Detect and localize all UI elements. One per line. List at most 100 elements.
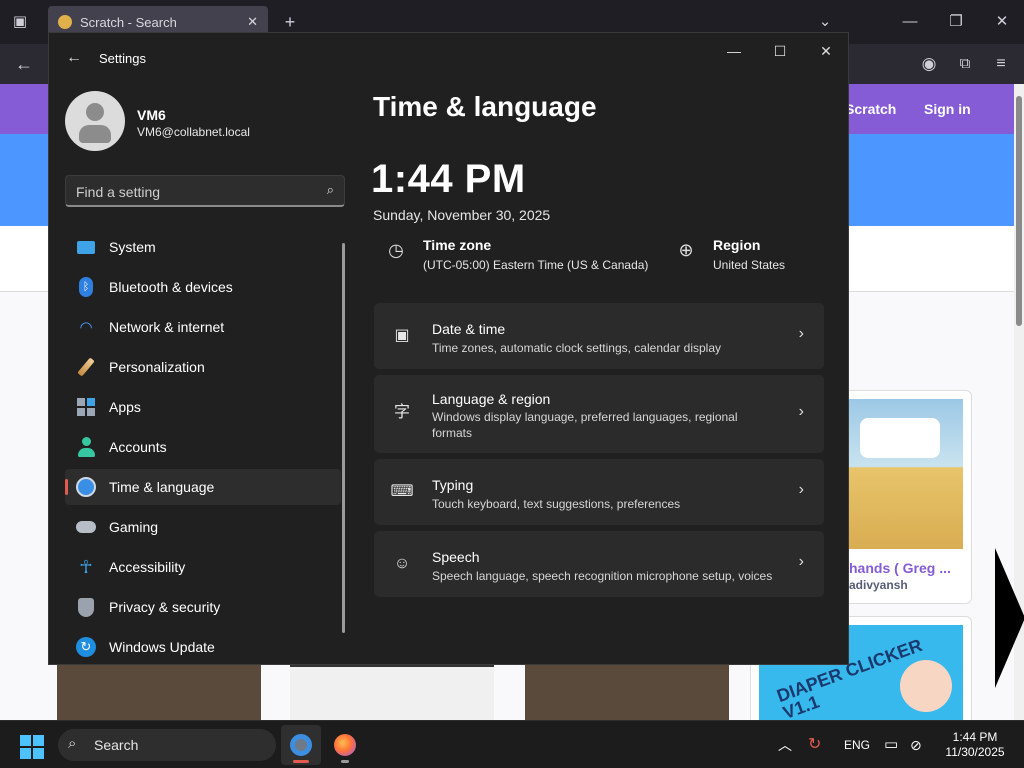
firefox-icon (334, 734, 356, 756)
accounts-icon (75, 436, 97, 458)
taskbar: ⌕ Search ︿ ↻ ENG ▭ ⊘ 1:44 PM 11/30/2025 (0, 720, 1024, 768)
search-icon[interactable]: ⌕ (327, 182, 334, 198)
maximize-icon[interactable]: ☐ (765, 41, 795, 61)
settings-title-bar: ← Settings — ☐ ✕ (49, 33, 848, 81)
nav-item-bluetooth[interactable]: ᛒ Bluetooth & devices (65, 269, 341, 305)
accessibility-icon: ☥ (79, 556, 93, 577)
taskbar-clock[interactable]: 1:44 PM 11/30/2025 (936, 730, 1014, 760)
speech-bubble-graphic (860, 418, 940, 458)
date-time-card[interactable]: ▣ Date & time Time zones, automatic cloc… (374, 303, 824, 369)
card-title: Language & region (432, 391, 551, 407)
project-title-link[interactable]: hands ( Greg ... (849, 560, 951, 576)
nav-item-label: Gaming (109, 519, 159, 535)
card-title: Date & time (432, 321, 506, 337)
nav-item-privacy[interactable]: Privacy & security (65, 589, 341, 625)
timezone-value: (UTC-05:00) Eastern Time (US & Canada) (423, 258, 649, 272)
tab-overview-icon[interactable]: ▣ (6, 0, 34, 44)
card-title: Typing (432, 477, 474, 493)
account-icon[interactable]: ◉ (916, 44, 942, 84)
nav-item-gaming[interactable]: Gaming (65, 509, 341, 545)
browser-maximize-icon[interactable]: ❐ (942, 0, 970, 44)
back-arrow-icon[interactable]: ← (63, 47, 85, 69)
browser-menu-icon[interactable]: ≡ (988, 44, 1014, 84)
apps-icon (75, 396, 97, 418)
taskbar-firefox-app[interactable] (325, 725, 365, 765)
taskbar-search[interactable]: ⌕ Search (58, 729, 276, 761)
nav-item-label: Personalization (109, 359, 205, 375)
page-scrollbar-thumb[interactable] (1016, 96, 1022, 326)
card-subtitle: Speech language, speech recognition micr… (432, 569, 773, 583)
close-icon[interactable]: ✕ (811, 41, 841, 61)
nav-item-apps[interactable]: Apps (65, 389, 341, 425)
system-icon (75, 236, 97, 258)
baby-face-graphic (900, 660, 952, 712)
show-hidden-icons-chevron-icon[interactable]: ︿ (778, 721, 792, 768)
time-language-icon (75, 476, 97, 498)
gear-icon (290, 734, 312, 756)
browser-back-icon[interactable]: ← (10, 44, 38, 84)
region-value: United States (713, 258, 786, 272)
extensions-icon[interactable]: ⧉ (952, 44, 978, 84)
avatar[interactable] (65, 91, 125, 151)
running-app-indicator (341, 760, 349, 763)
clock-globe-icon: ◷ (388, 240, 404, 260)
language-icon: 字 (393, 404, 410, 421)
search-icon: ⌕ (68, 735, 77, 752)
taskbar-search-label: Search (94, 737, 139, 753)
nav-item-accessibility[interactable]: ☥ Accessibility (65, 549, 341, 585)
typing-card[interactable]: ⌨ Typing Touch keyboard, text suggestion… (374, 459, 824, 525)
nav-item-accounts[interactable]: Accounts (65, 429, 341, 465)
project-thumbnail[interactable] (57, 665, 261, 720)
current-date: Sunday, November 30, 2025 (373, 207, 551, 223)
chevron-right-icon: › (798, 403, 804, 420)
shield-icon (75, 596, 97, 618)
find-setting-search[interactable]: ⌕ (65, 175, 345, 207)
find-setting-input[interactable] (76, 182, 306, 202)
nav-item-personalization[interactable]: Personalization (65, 349, 341, 385)
window-title: Settings (99, 51, 146, 66)
avatar-body-shape (79, 125, 111, 143)
calendar-clock-icon: ▣ (394, 327, 410, 344)
sign-in-link[interactable]: Sign in (924, 84, 971, 134)
settings-nav: System ᛒ Bluetooth & devices ◠ Network &… (65, 229, 341, 664)
speech-card[interactable]: ☺ Speech Speech language, speech recogni… (374, 531, 824, 597)
brush-icon (75, 356, 97, 378)
nav-item-label: Bluetooth & devices (109, 279, 233, 295)
language-region-card[interactable]: 字 Language & region Windows display lang… (374, 375, 824, 453)
nav-scrollbar[interactable] (342, 243, 345, 633)
browser-minimize-icon[interactable]: — (896, 0, 924, 44)
card-title: Speech (432, 549, 480, 565)
scratch-link[interactable]: Scratch (845, 84, 896, 134)
taskbar-settings-app[interactable] (281, 725, 321, 765)
minimize-icon[interactable]: — (719, 41, 749, 61)
project-author-link[interactable]: adivyansh (849, 578, 908, 592)
taskbar-time: 1:44 PM (952, 730, 998, 744)
nav-item-label: Windows Update (109, 639, 215, 655)
card-subtitle: Windows display language, preferred lang… (432, 410, 738, 440)
network-disconnected-icon[interactable]: ⊘ (910, 721, 922, 768)
windows-start-icon[interactable] (20, 735, 44, 759)
project-thumbnail[interactable] (525, 665, 729, 720)
nav-item-label: Apps (109, 399, 141, 415)
nav-item-time-language[interactable]: Time & language (65, 469, 341, 505)
scratch-favicon-icon (58, 15, 72, 29)
settings-window: ← Settings — ☐ ✕ VM6 VM6@collabnet.local… (48, 32, 849, 665)
current-time: 1:44 PM (371, 157, 526, 201)
nav-item-system[interactable]: System (65, 229, 341, 265)
sync-alert-icon[interactable]: ↻ (808, 721, 821, 768)
browser-close-icon[interactable]: ✕ (988, 0, 1016, 44)
language-indicator[interactable]: ENG (844, 721, 870, 768)
close-tab-icon[interactable]: ✕ (247, 14, 258, 30)
region-info: ⊕ Region United States (673, 237, 785, 272)
project-thumbnail[interactable] (290, 665, 494, 720)
nav-item-label: Time & language (109, 479, 215, 495)
update-icon: ↻ (75, 636, 97, 658)
nav-item-label: Network & internet (109, 319, 225, 335)
nav-item-network[interactable]: ◠ Network & internet (65, 309, 341, 345)
avatar-head-shape (86, 103, 104, 121)
nav-item-label: Accessibility (109, 559, 186, 575)
nav-item-windows-update[interactable]: ↻ Windows Update (65, 629, 341, 664)
display-icon[interactable]: ▭ (884, 721, 898, 768)
keyboard-icon: ⌨ (390, 483, 414, 500)
chevron-right-icon: › (798, 325, 804, 342)
